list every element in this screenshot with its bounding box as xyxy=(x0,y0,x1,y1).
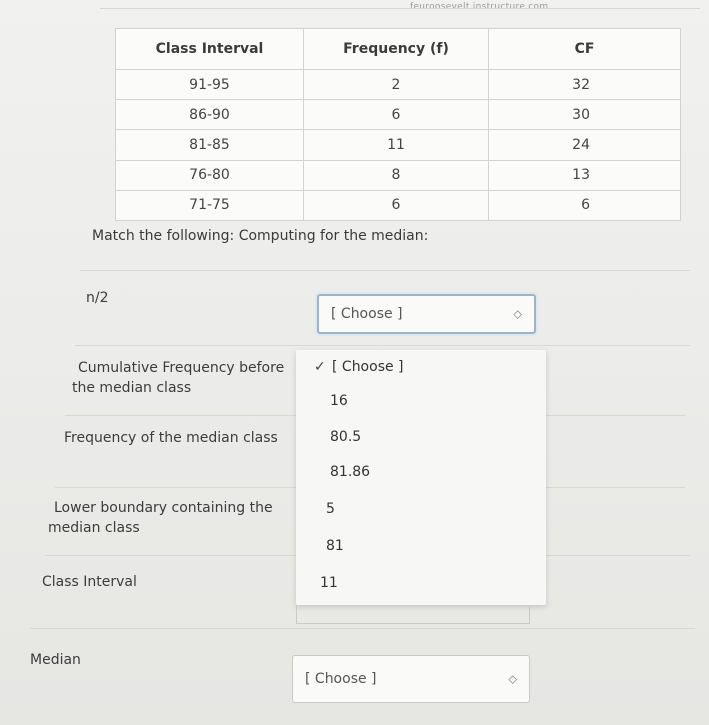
cell-cf: 24 xyxy=(488,129,681,161)
n-half-select-value: [ Choose ] xyxy=(331,306,403,322)
cell-class-interval: 81-85 xyxy=(115,129,304,161)
cell-class-interval: 71-75 xyxy=(115,189,304,222)
table-header-row: Class Interval Frequency (f) CF xyxy=(115,28,681,70)
row-divider xyxy=(75,345,690,346)
median-select[interactable]: [ Choose ] ◇ xyxy=(292,655,530,703)
cell-frequency: 6 xyxy=(303,189,489,222)
table-row: 71-75 6 6 xyxy=(115,189,681,222)
top-divider xyxy=(100,8,700,9)
cell-frequency: 8 xyxy=(303,159,489,191)
cell-class-interval: 86-90 xyxy=(115,99,304,131)
median-select-value: [ Choose ] xyxy=(305,671,377,687)
row-divider xyxy=(30,628,695,629)
cell-cf: 30 xyxy=(488,99,681,131)
frequency-table: Class Interval Frequency (f) CF 91-95 2 … xyxy=(115,28,681,222)
n-half-select[interactable]: [ Choose ] ◇ xyxy=(317,294,536,334)
cell-cf: 6 xyxy=(488,189,681,222)
row-divider xyxy=(80,270,690,271)
cell-class-interval: 91-95 xyxy=(115,68,304,101)
select-chevron-icon: ◇ xyxy=(508,672,517,686)
cell-cf: 32 xyxy=(488,68,681,101)
browser-url: feuroosevelt.instructure.com xyxy=(410,2,549,12)
cell-class-interval: 76-80 xyxy=(115,159,304,191)
label-frequency-median-class: Frequency of the median class xyxy=(64,430,278,446)
cell-frequency: 6 xyxy=(303,99,489,131)
question-instruction: Match the following: Computing for the m… xyxy=(92,228,429,244)
label-cumulative-frequency: Cumulative Frequency before the median c… xyxy=(72,360,285,396)
checkmark-icon: ✓ xyxy=(314,359,326,375)
table-row: 81-85 11 24 xyxy=(115,129,681,161)
table-row: 86-90 6 30 xyxy=(115,99,681,131)
label-class-interval: Class Interval xyxy=(42,574,137,590)
header-frequency: Frequency (f) xyxy=(303,28,489,70)
cell-frequency: 2 xyxy=(303,68,489,101)
cell-frequency: 11 xyxy=(303,129,489,161)
select-dropdown-list: ✓ [ Choose ] 16 80.5 81.86 5 81 11 xyxy=(296,350,546,605)
header-class-interval: Class Interval xyxy=(115,28,304,70)
table-row: 76-80 8 13 xyxy=(115,159,681,191)
label-n-half: n/2 xyxy=(86,290,109,306)
table-row: 91-95 2 32 xyxy=(115,68,681,101)
label-median: Median xyxy=(30,652,81,668)
label-lower-boundary: Lower boundary containing the median cla… xyxy=(48,500,273,536)
header-cf: CF xyxy=(488,28,681,70)
cell-cf: 13 xyxy=(488,159,681,191)
hidden-select-box xyxy=(296,605,530,624)
select-chevron-icon: ◇ xyxy=(513,307,522,321)
